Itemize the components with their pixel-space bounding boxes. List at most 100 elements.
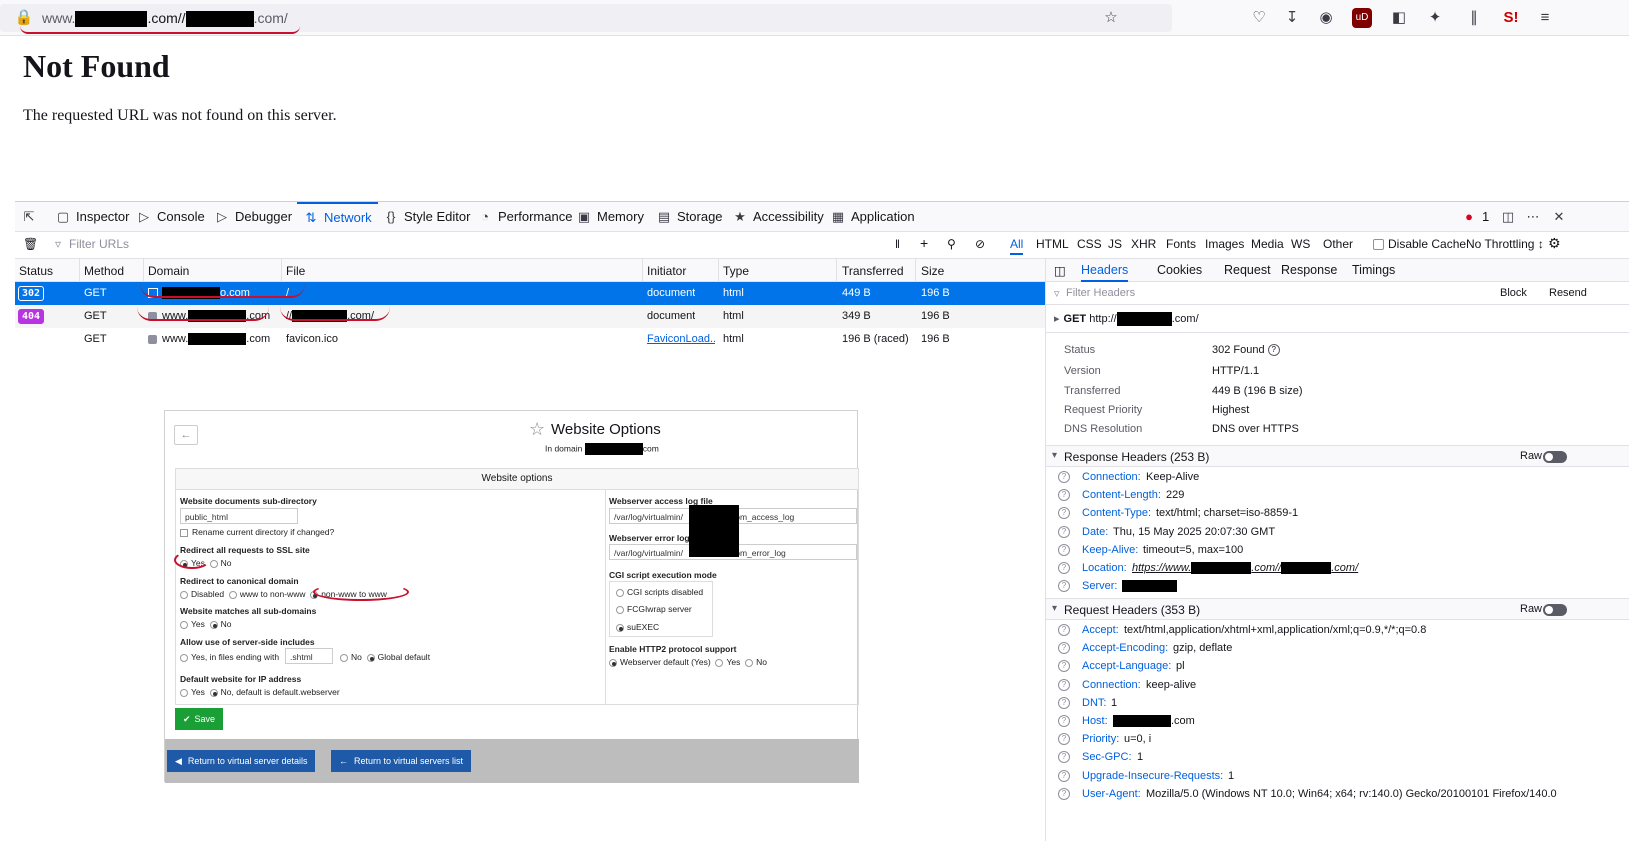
- col-size[interactable]: Size: [921, 264, 944, 278]
- raw-toggle[interactable]: [1543, 451, 1567, 463]
- header-row[interactable]: ? Host: .com: [1046, 713, 1629, 731]
- filter-js[interactable]: JS: [1108, 237, 1122, 251]
- docs-dir-input[interactable]: public_html: [180, 508, 298, 524]
- col-method[interactable]: Method: [84, 264, 124, 278]
- header-row[interactable]: ? Date: Thu, 15 May 2025 20:07:30 GMT: [1046, 524, 1629, 542]
- settings-icon[interactable]: ⚙: [1548, 235, 1561, 252]
- return-details-button[interactable]: ◀ Return to virtual server details: [167, 750, 316, 772]
- filter-other[interactable]: Other: [1323, 237, 1353, 251]
- more-options-icon[interactable]: ⋯: [1525, 202, 1546, 232]
- initiator-link[interactable]: FaviconLoad...: [647, 333, 715, 345]
- help-icon[interactable]: ?: [1058, 787, 1070, 800]
- header-row[interactable]: ? Connection: Keep-Alive: [1046, 469, 1629, 487]
- toggle-panel-icon[interactable]: ◫: [1054, 263, 1066, 278]
- help-icon[interactable]: ?: [1058, 580, 1070, 593]
- back-button[interactable]: ←: [174, 425, 198, 445]
- help-icon[interactable]: ?: [1058, 471, 1070, 483]
- filter-media[interactable]: Media: [1251, 237, 1284, 251]
- table-row[interactable]: GET www. .com favicon.ico FaviconLoad... …: [15, 328, 1045, 351]
- tab-style-editor[interactable]: {} Style Editor: [383, 202, 471, 232]
- filter-fonts[interactable]: Fonts: [1166, 237, 1196, 251]
- extensions-icon[interactable]: ◧: [1389, 8, 1409, 28]
- download-icon[interactable]: ↧: [1282, 8, 1302, 28]
- tab-timings[interactable]: Timings: [1352, 263, 1395, 277]
- resend-button[interactable]: Resend: [1549, 287, 1587, 299]
- s-icon[interactable]: S!: [1501, 8, 1521, 28]
- filter-all[interactable]: All: [1010, 237, 1024, 255]
- help-icon[interactable]: ?: [1267, 344, 1280, 357]
- dock-icon[interactable]: ◫: [1500, 202, 1521, 232]
- cgi-option[interactable]: suEXEC: [616, 622, 659, 632]
- star-icon[interactable]: ☆: [1101, 8, 1121, 28]
- tab-cookies[interactable]: Cookies: [1157, 263, 1202, 277]
- help-icon[interactable]: ?: [1058, 660, 1070, 673]
- url-text[interactable]: www. .com// .com/: [42, 10, 288, 28]
- filter-css[interactable]: CSS: [1077, 237, 1102, 251]
- raw-toggle[interactable]: [1543, 604, 1567, 616]
- tab-response[interactable]: Response: [1281, 263, 1337, 277]
- help-icon[interactable]: ?: [1058, 696, 1070, 709]
- header-row[interactable]: ? Connection: keep-alive: [1046, 677, 1629, 695]
- help-icon[interactable]: ?: [1058, 507, 1070, 520]
- cgi-option[interactable]: CGI scripts disabled: [616, 587, 703, 597]
- request-headers-section[interactable]: ▾ Request Headers (353 B) Raw: [1046, 598, 1629, 620]
- tab-debugger[interactable]: ▷ Debugger: [214, 202, 292, 232]
- trash-icon[interactable]: 🗑: [23, 237, 38, 251]
- lock-icon[interactable]: 🔒: [14, 8, 34, 28]
- account-icon[interactable]: ◉: [1316, 8, 1336, 28]
- col-domain[interactable]: Domain: [148, 264, 189, 278]
- ssi-radio-yes[interactable]: Yes, in files ending with: [180, 652, 279, 662]
- col-transferred[interactable]: Transferred: [842, 264, 904, 278]
- default-website-radio-group[interactable]: Yes No, default is default.webserver: [180, 687, 340, 697]
- cgi-option[interactable]: FCGIwrap server: [616, 604, 692, 614]
- menu-icon[interactable]: ≡: [1535, 8, 1555, 28]
- filter-ws[interactable]: WS: [1291, 237, 1310, 251]
- ssi-extension-input[interactable]: .shtml: [285, 648, 333, 664]
- help-icon[interactable]: ?: [1058, 624, 1070, 636]
- help-icon[interactable]: ?: [1058, 769, 1070, 782]
- pause-icon[interactable]: ‖: [895, 237, 900, 251]
- tab-request[interactable]: Request: [1224, 263, 1271, 277]
- return-list-button[interactable]: ← Return to virtual servers list: [331, 750, 472, 772]
- http2-radio-group[interactable]: Webserver default (Yes) Yes No: [609, 657, 767, 667]
- subdomains-radio-group[interactable]: Yes No: [180, 619, 231, 629]
- col-type[interactable]: Type: [723, 264, 749, 278]
- throttling-select[interactable]: No Throttling ↕: [1466, 237, 1544, 251]
- tab-inspector[interactable]: ▢ Inspector: [55, 202, 130, 232]
- ublock-icon[interactable]: uD: [1352, 8, 1372, 28]
- header-row[interactable]: ? Accept-Encoding: gzip, deflate: [1046, 640, 1629, 658]
- close-icon[interactable]: ✕: [1551, 202, 1572, 232]
- tab-accessibility[interactable]: ★ Accessibility: [732, 202, 824, 232]
- help-icon[interactable]: ?: [1058, 751, 1070, 764]
- help-icon[interactable]: ?: [1058, 642, 1070, 655]
- request-line[interactable]: ▸ GET http://.com/: [1054, 312, 1199, 327]
- error-count[interactable]: ● 1: [1461, 202, 1489, 232]
- ssi-radio-other[interactable]: No Global default: [340, 652, 430, 662]
- filter-headers-input[interactable]: Filter Headers: [1066, 287, 1135, 299]
- header-row[interactable]: ? Accept-Language: pl: [1046, 658, 1629, 676]
- filter-xhr[interactable]: XHR: [1131, 237, 1156, 251]
- help-icon[interactable]: ?: [1058, 489, 1070, 502]
- block-button[interactable]: Block: [1500, 287, 1527, 299]
- help-icon[interactable]: ?: [1058, 562, 1070, 574]
- disable-cache-checkbox[interactable]: Disable Cache: [1373, 237, 1466, 251]
- pocket-icon[interactable]: ♡: [1249, 8, 1269, 28]
- header-row[interactable]: ? Priority: u=0, i: [1046, 731, 1629, 749]
- save-button[interactable]: ✔ Save: [175, 708, 224, 730]
- header-row[interactable]: ? Keep-Alive: timeout=5, max=100: [1046, 542, 1629, 560]
- element-picker-icon[interactable]: ⇱: [21, 202, 42, 232]
- search-icon[interactable]: ⚲: [947, 237, 956, 251]
- plus-icon[interactable]: +: [920, 235, 928, 251]
- help-icon[interactable]: ?: [1058, 715, 1070, 727]
- help-icon[interactable]: ?: [1058, 525, 1070, 538]
- extension-bird-icon[interactable]: ✦: [1425, 8, 1445, 28]
- tab-performance[interactable]: ◔ Performance: [477, 202, 572, 232]
- tab-storage[interactable]: ▤ Storage: [656, 202, 723, 232]
- tab-memory[interactable]: ▣ Memory: [576, 202, 644, 232]
- header-row[interactable]: ? Server:: [1046, 578, 1629, 596]
- rename-checkbox[interactable]: Rename current directory if changed?: [180, 527, 334, 537]
- help-icon[interactable]: ?: [1058, 543, 1070, 556]
- col-file[interactable]: File: [286, 264, 305, 278]
- help-icon[interactable]: ?: [1058, 733, 1070, 746]
- sidebar-icon[interactable]: ∥: [1464, 8, 1484, 28]
